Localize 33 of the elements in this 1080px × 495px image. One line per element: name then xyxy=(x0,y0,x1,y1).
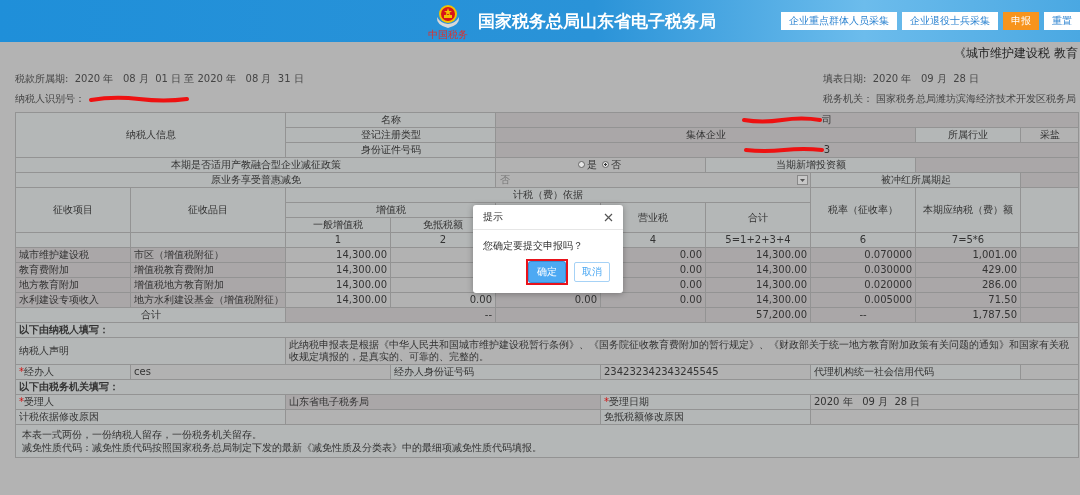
row-label: 纳税人信息 xyxy=(15,112,286,158)
form-title: 《城市维护建设税 教育 xyxy=(954,45,1078,62)
dialog-button[interactable]: 取消 xyxy=(574,262,610,282)
period-text: 税款所属期: 2020 年 08 月 01 日 至 2020 年 08 月 31 日 xyxy=(15,72,304,86)
column-header: 税率（征收率） xyxy=(810,187,916,233)
caret-icon xyxy=(797,175,808,185)
tax-authority-text: 税务机关： 国家税务总局潍坊滨海经济技术开发区税务局 xyxy=(823,92,1078,106)
header-button[interactable]: 企业重点群体人员采集 xyxy=(781,12,897,30)
site-title: 国家税务总局山东省电子税务局 xyxy=(478,9,716,33)
column-header: 征收项目 xyxy=(15,187,131,233)
radio-label[interactable]: 否 xyxy=(610,158,621,171)
row-label: 纳税人声明 xyxy=(15,337,286,365)
header-button[interactable]: 企业退役士兵采集 xyxy=(902,12,998,30)
note-text: 减免性质代码：减免性质代码按照国家税务总局制定下发的最新《减免性质及分类表》中的最细项减免性质代码填报。 xyxy=(22,441,543,454)
radio-button[interactable] xyxy=(601,161,609,169)
close-icon[interactable] xyxy=(604,212,613,222)
row-label: 名称 xyxy=(285,112,496,128)
radio-label[interactable]: 是 xyxy=(586,158,597,171)
cell-text: 司 xyxy=(822,113,832,126)
taxpayer-id-label: 纳税人识别号： xyxy=(15,92,85,106)
radio-button[interactable] xyxy=(577,161,585,169)
declaration-text: 此纳税申报表是根据《中华人民共和国城市维护建设税暂行条例》、《国务院征收教育费附加的暂行规定》、《财政部关于统一地方教育附加政策有关问题的通知》和国家有关税收规定填报的，是真实的、可靠的、完整的。 xyxy=(285,337,1079,365)
note-text: 本表一式两份，一份纳税人留存，一份税务机关留存。 xyxy=(22,428,263,441)
emblem-icon xyxy=(434,2,462,29)
dialog-button[interactable]: 确定 xyxy=(529,262,565,282)
column-header: 本期应纳税（费）额 xyxy=(915,187,1021,233)
column-header: 合计 xyxy=(705,202,811,233)
header-button[interactable]: 申报 xyxy=(1003,12,1039,30)
column-header: 征收品目 xyxy=(130,187,286,233)
fill-date-text: 填表日期: 2020 年 09 月 28 日 xyxy=(823,72,981,86)
cell-text: 3 xyxy=(823,143,831,156)
header-button[interactable]: 重置 xyxy=(1044,12,1080,30)
emblem-caption: 中国税务 xyxy=(428,28,468,40)
